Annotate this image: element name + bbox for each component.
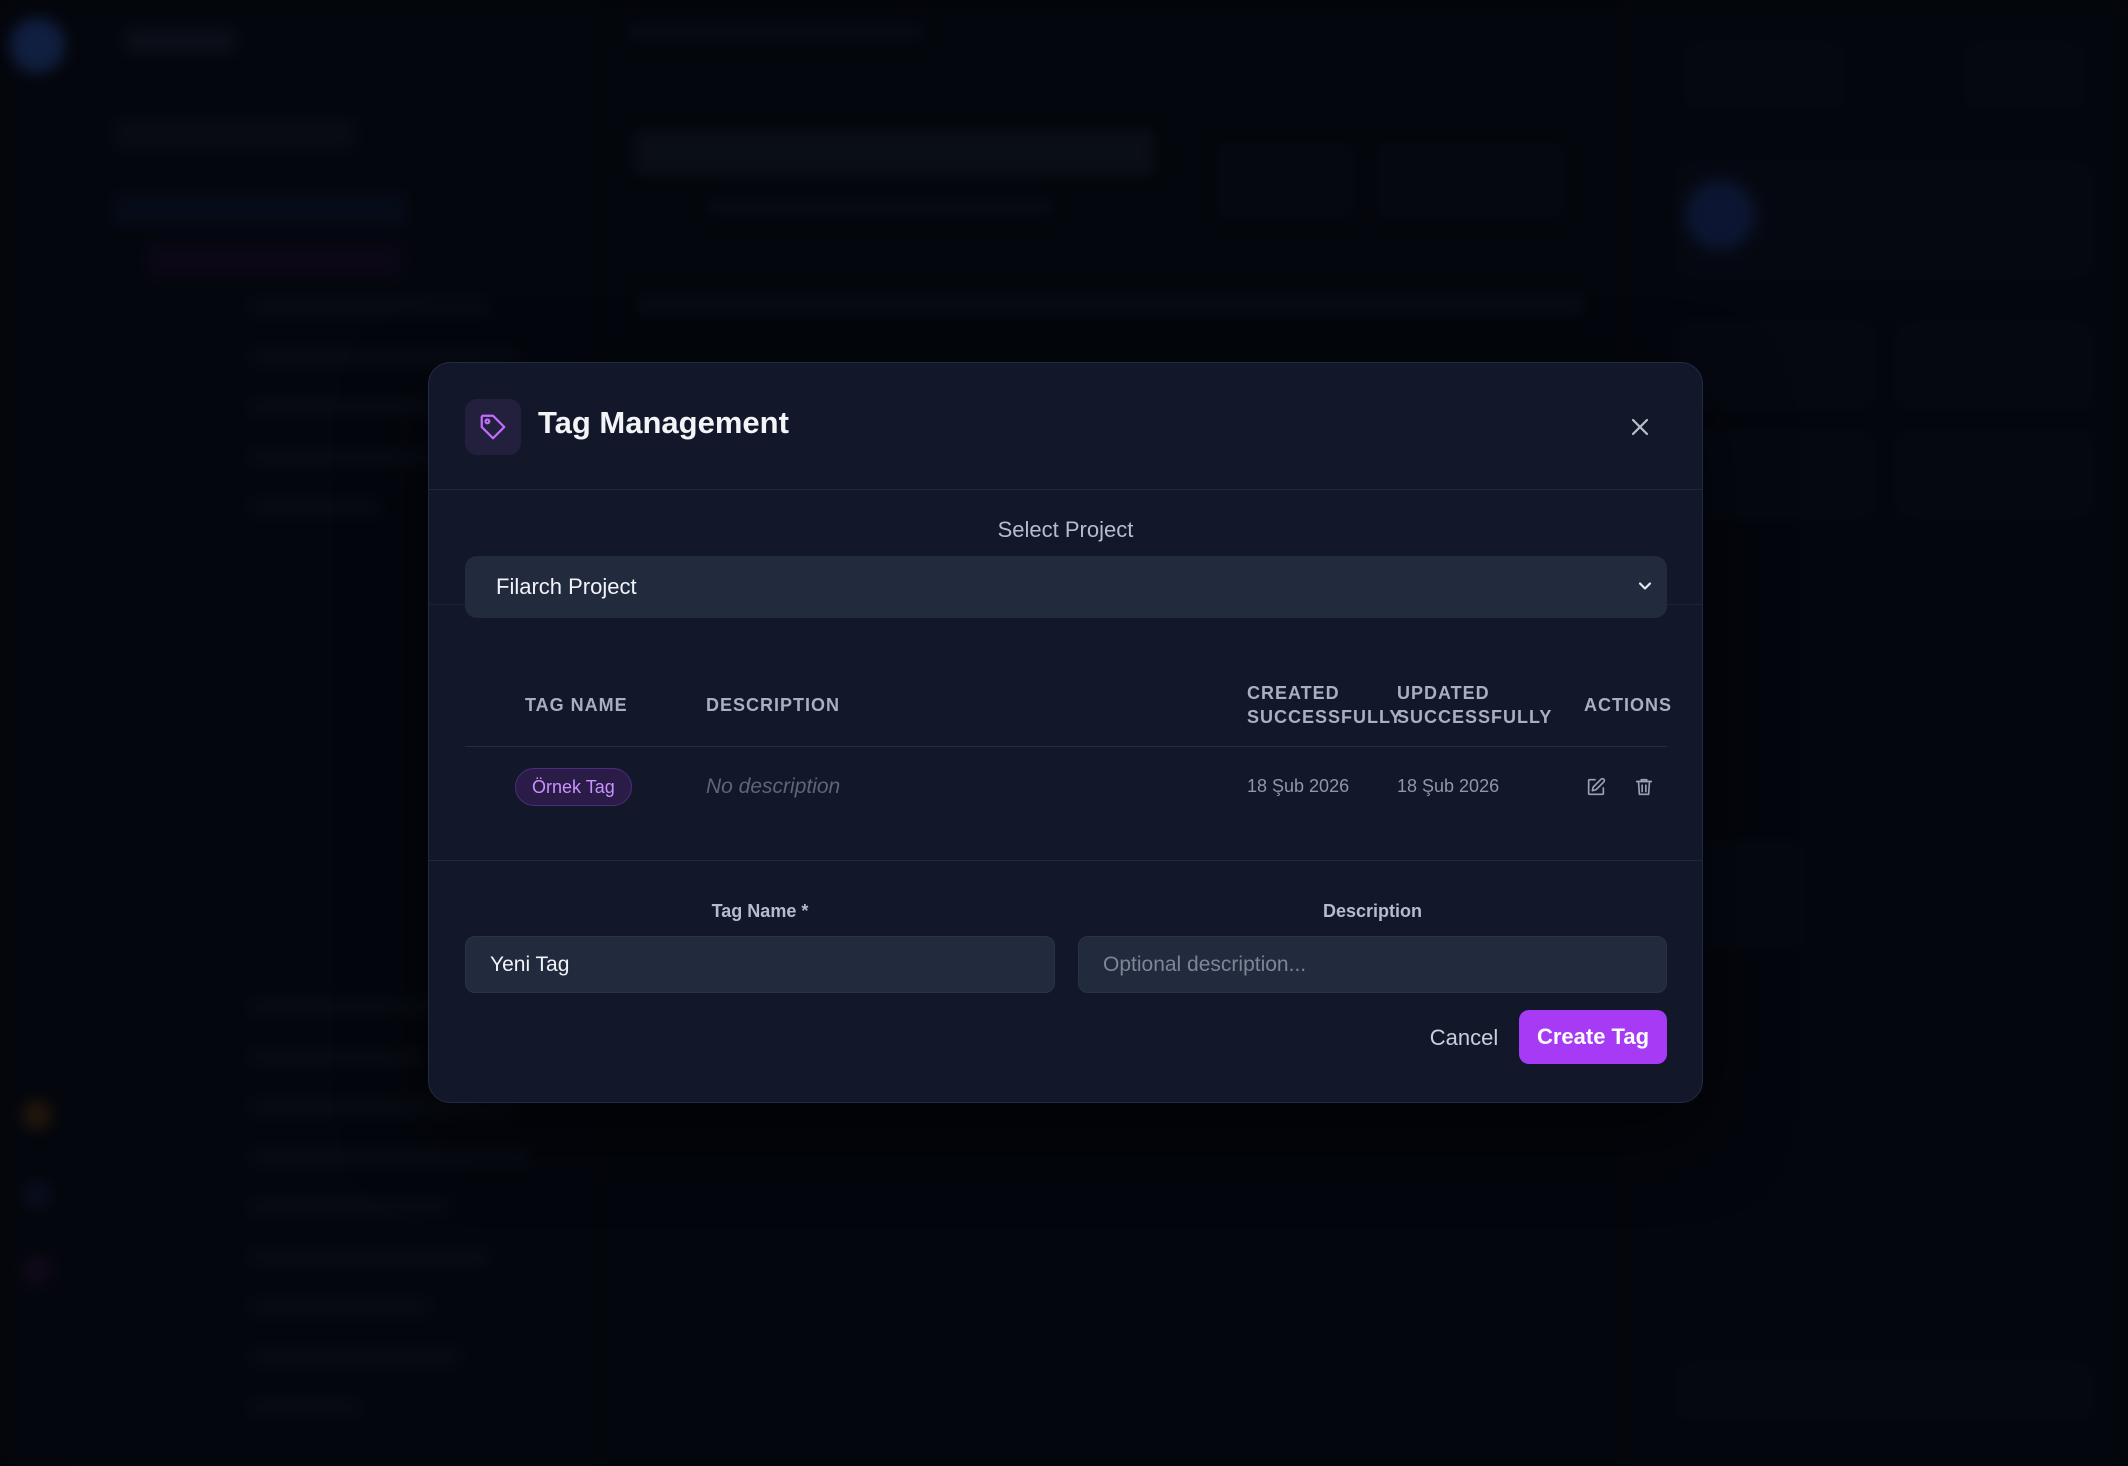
modal-header: Tag Management [429, 363, 1702, 490]
header-tag-name: TAG NAME [525, 695, 628, 715]
header-created: CREATED SUCCESSFULLY [1247, 681, 1402, 729]
create-tag-form: Tag Name * Description Cancel Create Tag [429, 860, 1702, 1102]
header-updated: UPDATED SUCCESSFULLY [1397, 681, 1552, 729]
tag-name-input[interactable] [465, 936, 1055, 993]
description-input[interactable] [1078, 936, 1667, 993]
tag-created-date: 18 Şub 2026 [1247, 776, 1350, 796]
header-created-line1: CREATED [1247, 683, 1340, 703]
cancel-button[interactable]: Cancel [1394, 1011, 1534, 1065]
tag-pill[interactable]: Örnek Tag [515, 768, 632, 806]
create-tag-button[interactable]: Create Tag [1519, 1010, 1667, 1064]
header-description: DESCRIPTION [706, 695, 841, 715]
tag-name-label: Tag Name * [711, 901, 809, 921]
tag-description: No description [706, 775, 841, 798]
chevron-down-icon [1635, 576, 1655, 602]
description-label: Description [1322, 901, 1423, 921]
modal-title: Tag Management [538, 405, 789, 440]
trash-icon[interactable] [1627, 770, 1661, 804]
close-icon[interactable] [1620, 407, 1660, 447]
header-created-line2: SUCCESSFULLY [1247, 707, 1403, 727]
tag-management-modal: Tag Management Select Project Filarch Pr… [428, 362, 1703, 1103]
project-select-value: Filarch Project [496, 574, 637, 599]
header-actions: ACTIONS [1584, 695, 1672, 715]
project-select[interactable]: Filarch Project [465, 556, 1667, 618]
edit-icon[interactable] [1579, 770, 1613, 804]
tag-updated-date: 18 Şub 2026 [1397, 776, 1500, 796]
project-select-section: Select Project Filarch Project [429, 490, 1702, 618]
header-updated-line2: SUCCESSFULLY [1397, 707, 1553, 727]
table-divider [465, 746, 1667, 747]
project-select-label: Select Project [997, 517, 1134, 542]
tag-icon [465, 399, 521, 455]
header-updated-line1: UPDATED [1397, 683, 1490, 703]
